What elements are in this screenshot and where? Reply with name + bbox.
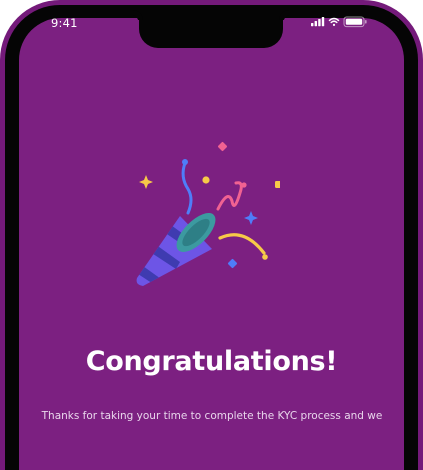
sparkle-icon — [244, 211, 258, 225]
congratulations-title: Congratulations! — [85, 346, 338, 377]
party-popper-icon — [136, 141, 280, 286]
kyc-complete-message: Thanks for taking your time to complete … — [41, 410, 383, 422]
signal-icon — [311, 17, 325, 27]
phone-frame: 9:41 Congratulations! Thanks for taking … — [0, 0, 423, 470]
wifi-icon — [328, 17, 340, 26]
status-icons — [311, 16, 367, 28]
battery-icon — [343, 16, 367, 28]
notch — [139, 14, 283, 48]
sparkle-icon — [139, 175, 153, 189]
status-time: 9:41 — [51, 16, 78, 30]
